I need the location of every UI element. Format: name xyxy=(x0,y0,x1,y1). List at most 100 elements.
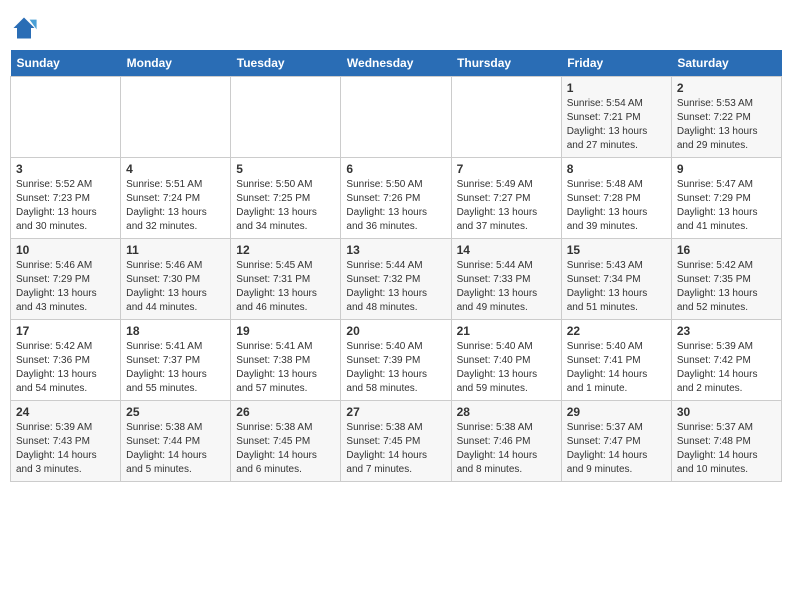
day-info: Sunrise: 5:43 AMSunset: 7:34 PMDaylight:… xyxy=(567,259,666,315)
day-number: 22 xyxy=(567,324,666,338)
calendar-cell: 25 Sunrise: 5:38 AMSunset: 7:44 PMDayligh… xyxy=(121,401,231,482)
calendar-cell: 27 Sunrise: 5:38 AMSunset: 7:45 PMDayligh… xyxy=(341,401,451,482)
day-number: 18 xyxy=(126,324,225,338)
calendar-cell: 14Sunrise: 5:44 AMSunset: 7:33 PMDayligh… xyxy=(451,239,561,320)
day-info: Sunrise: 5:38 AMSunset: 7:45 PMDaylight:… xyxy=(236,421,335,477)
week-row-4: 17 Sunrise: 5:42 AMSunset: 7:36 PMDayligh… xyxy=(11,320,782,401)
day-number: 25 xyxy=(126,405,225,419)
day-number: 10 xyxy=(16,243,115,257)
weekday-header-saturday: Saturday xyxy=(671,50,781,77)
day-number: 12 xyxy=(236,243,335,257)
day-number: 3 xyxy=(16,162,115,176)
calendar-cell: 23 Sunrise: 5:39 AMSunset: 7:42 PMDayligh… xyxy=(671,320,781,401)
day-info: Sunrise: 5:50 AMSunset: 7:25 PMDaylight:… xyxy=(236,178,335,234)
day-number: 6 xyxy=(346,162,445,176)
logo xyxy=(10,14,42,42)
calendar-cell xyxy=(11,77,121,158)
calendar-cell: 10Sunrise: 5:46 AMSunset: 7:29 PMDayligh… xyxy=(11,239,121,320)
calendar-cell: 30 Sunrise: 5:37 AMSunset: 7:48 PMDayligh… xyxy=(671,401,781,482)
day-number: 1 xyxy=(567,81,666,95)
calendar-cell: 13 Sunrise: 5:44 AMSunset: 7:32 PMDayligh… xyxy=(341,239,451,320)
weekday-header-wednesday: Wednesday xyxy=(341,50,451,77)
day-number: 26 xyxy=(236,405,335,419)
day-info: Sunrise: 5:52 AMSunset: 7:23 PMDaylight:… xyxy=(16,178,115,234)
weekday-header-friday: Friday xyxy=(561,50,671,77)
weekday-header-sunday: Sunday xyxy=(11,50,121,77)
day-number: 4 xyxy=(126,162,225,176)
calendar-cell: 20 Sunrise: 5:40 AMSunset: 7:39 PMDayligh… xyxy=(341,320,451,401)
day-number: 19 xyxy=(236,324,335,338)
calendar-cell: 18Sunrise: 5:41 AMSunset: 7:37 PMDayligh… xyxy=(121,320,231,401)
calendar-cell: 4 Sunrise: 5:51 AMSunset: 7:24 PMDaylight… xyxy=(121,158,231,239)
calendar-cell xyxy=(121,77,231,158)
calendar-cell: 21Sunrise: 5:40 AMSunset: 7:40 PMDayligh… xyxy=(451,320,561,401)
day-info: Sunrise: 5:39 AMSunset: 7:42 PMDaylight:… xyxy=(677,340,776,396)
calendar-cell: 9 Sunrise: 5:47 AMSunset: 7:29 PMDaylight… xyxy=(671,158,781,239)
calendar-cell: 1 Sunrise: 5:54 AMSunset: 7:21 PMDaylight… xyxy=(561,77,671,158)
weekday-header-thursday: Thursday xyxy=(451,50,561,77)
day-info: Sunrise: 5:38 AMSunset: 7:44 PMDaylight:… xyxy=(126,421,225,477)
day-number: 23 xyxy=(677,324,776,338)
calendar-cell: 8 Sunrise: 5:48 AMSunset: 7:28 PMDaylight… xyxy=(561,158,671,239)
day-number: 27 xyxy=(346,405,445,419)
calendar-cell: 5 Sunrise: 5:50 AMSunset: 7:25 PMDaylight… xyxy=(231,158,341,239)
weekday-header-monday: Monday xyxy=(121,50,231,77)
day-number: 17 xyxy=(16,324,115,338)
calendar-cell: 11 Sunrise: 5:46 AMSunset: 7:30 PMDayligh… xyxy=(121,239,231,320)
day-number: 30 xyxy=(677,405,776,419)
logo-icon xyxy=(10,14,38,42)
week-row-3: 10Sunrise: 5:46 AMSunset: 7:29 PMDayligh… xyxy=(11,239,782,320)
day-number: 8 xyxy=(567,162,666,176)
calendar-cell: 29 Sunrise: 5:37 AMSunset: 7:47 PMDayligh… xyxy=(561,401,671,482)
header xyxy=(10,10,782,42)
weekday-header-tuesday: Tuesday xyxy=(231,50,341,77)
week-row-5: 24 Sunrise: 5:39 AMSunset: 7:43 PMDayligh… xyxy=(11,401,782,482)
day-info: Sunrise: 5:50 AMSunset: 7:26 PMDaylight:… xyxy=(346,178,445,234)
calendar-cell: 3 Sunrise: 5:52 AMSunset: 7:23 PMDaylight… xyxy=(11,158,121,239)
day-number: 5 xyxy=(236,162,335,176)
calendar-cell: 24 Sunrise: 5:39 AMSunset: 7:43 PMDayligh… xyxy=(11,401,121,482)
day-number: 7 xyxy=(457,162,556,176)
day-number: 24 xyxy=(16,405,115,419)
day-info: Sunrise: 5:48 AMSunset: 7:28 PMDaylight:… xyxy=(567,178,666,234)
day-number: 9 xyxy=(677,162,776,176)
day-info: Sunrise: 5:40 AMSunset: 7:39 PMDaylight:… xyxy=(346,340,445,396)
calendar-cell: 26 Sunrise: 5:38 AMSunset: 7:45 PMDayligh… xyxy=(231,401,341,482)
calendar-cell: 28 Sunrise: 5:38 AMSunset: 7:46 PMDayligh… xyxy=(451,401,561,482)
day-info: Sunrise: 5:42 AMSunset: 7:35 PMDaylight:… xyxy=(677,259,776,315)
calendar-cell: 17 Sunrise: 5:42 AMSunset: 7:36 PMDayligh… xyxy=(11,320,121,401)
day-info: Sunrise: 5:42 AMSunset: 7:36 PMDaylight:… xyxy=(16,340,115,396)
day-info: Sunrise: 5:37 AMSunset: 7:47 PMDaylight:… xyxy=(567,421,666,477)
calendar-cell: 16 Sunrise: 5:42 AMSunset: 7:35 PMDayligh… xyxy=(671,239,781,320)
day-info: Sunrise: 5:40 AMSunset: 7:41 PMDaylight:… xyxy=(567,340,666,396)
day-info: Sunrise: 5:39 AMSunset: 7:43 PMDaylight:… xyxy=(16,421,115,477)
day-info: Sunrise: 5:51 AMSunset: 7:24 PMDaylight:… xyxy=(126,178,225,234)
day-info: Sunrise: 5:53 AMSunset: 7:22 PMDaylight:… xyxy=(677,97,776,153)
day-number: 11 xyxy=(126,243,225,257)
day-number: 15 xyxy=(567,243,666,257)
day-number: 16 xyxy=(677,243,776,257)
week-row-2: 3 Sunrise: 5:52 AMSunset: 7:23 PMDaylight… xyxy=(11,158,782,239)
day-info: Sunrise: 5:37 AMSunset: 7:48 PMDaylight:… xyxy=(677,421,776,477)
day-info: Sunrise: 5:45 AMSunset: 7:31 PMDaylight:… xyxy=(236,259,335,315)
day-number: 29 xyxy=(567,405,666,419)
day-info: Sunrise: 5:54 AMSunset: 7:21 PMDaylight:… xyxy=(567,97,666,153)
calendar-cell xyxy=(341,77,451,158)
day-info: Sunrise: 5:47 AMSunset: 7:29 PMDaylight:… xyxy=(677,178,776,234)
weekday-header-row: SundayMondayTuesdayWednesdayThursdayFrid… xyxy=(11,50,782,77)
calendar-cell: 7Sunrise: 5:49 AMSunset: 7:27 PMDaylight… xyxy=(451,158,561,239)
day-number: 13 xyxy=(346,243,445,257)
day-info: Sunrise: 5:41 AMSunset: 7:38 PMDaylight:… xyxy=(236,340,335,396)
calendar-cell: 2Sunrise: 5:53 AMSunset: 7:22 PMDaylight… xyxy=(671,77,781,158)
calendar-cell: 12 Sunrise: 5:45 AMSunset: 7:31 PMDayligh… xyxy=(231,239,341,320)
day-number: 20 xyxy=(346,324,445,338)
day-info: Sunrise: 5:38 AMSunset: 7:46 PMDaylight:… xyxy=(457,421,556,477)
calendar-cell: 19 Sunrise: 5:41 AMSunset: 7:38 PMDayligh… xyxy=(231,320,341,401)
day-info: Sunrise: 5:44 AMSunset: 7:32 PMDaylight:… xyxy=(346,259,445,315)
day-info: Sunrise: 5:46 AMSunset: 7:30 PMDaylight:… xyxy=(126,259,225,315)
day-number: 14 xyxy=(457,243,556,257)
day-number: 28 xyxy=(457,405,556,419)
day-info: Sunrise: 5:38 AMSunset: 7:45 PMDaylight:… xyxy=(346,421,445,477)
calendar-cell xyxy=(231,77,341,158)
calendar-cell: 22 Sunrise: 5:40 AMSunset: 7:41 PMDayligh… xyxy=(561,320,671,401)
